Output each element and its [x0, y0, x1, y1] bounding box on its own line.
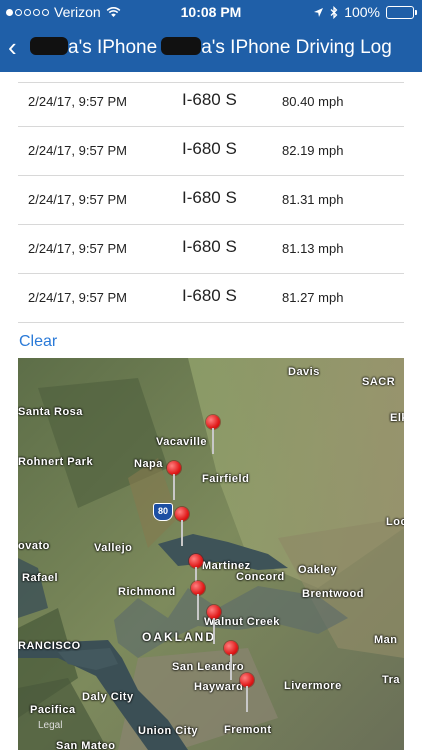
row-speed: 82.19 mph — [282, 143, 344, 158]
navigation-bar: ‹ a's IPhone a's IPhone Driving Log — [0, 24, 422, 72]
battery-icon — [386, 5, 417, 19]
city-label: Davis — [288, 366, 320, 378]
table-row[interactable]: 2/24/17, 9:57 PM I-680 S 80.40 mph — [0, 78, 422, 127]
city-label: Tra — [382, 674, 401, 686]
location-arrow-icon — [314, 7, 324, 17]
location-pin[interactable] — [224, 641, 238, 680]
city-label: Union City — [138, 725, 198, 737]
row-road: I-680 S — [182, 188, 237, 207]
city-label: Rohnert Park — [18, 456, 94, 468]
status-right: 100% — [313, 4, 417, 20]
map-legal-link[interactable]: Legal — [38, 720, 62, 731]
city-label: Loc — [386, 516, 404, 528]
location-pin[interactable] — [167, 461, 181, 500]
title-part-1: a's IPhone — [68, 37, 158, 58]
city-label: Livermore — [284, 680, 342, 692]
status-bar: Verizon 10:08 PM 100% — [0, 0, 422, 24]
redaction-block — [161, 37, 202, 55]
city-label: Fairfield — [202, 473, 250, 485]
nav-title: a's IPhone a's IPhone Driving Log — [30, 37, 392, 59]
city-label: Hayward — [194, 681, 244, 693]
route-map[interactable]: Davis SACR Santa Rosa Elk Vacaville Rohn… — [18, 358, 404, 750]
row-road: I-680 S — [182, 237, 237, 256]
row-speed: 81.27 mph — [282, 290, 344, 305]
row-speed: 81.31 mph — [282, 192, 344, 207]
row-road: I-680 S — [182, 286, 237, 305]
city-label: Rafael — [22, 572, 59, 584]
row-speed: 80.40 mph — [282, 94, 344, 109]
title-part-2: a's IPhone Driving Log — [201, 37, 392, 58]
city-label: Vallejo — [94, 542, 133, 554]
city-label: Pacifica — [30, 704, 76, 716]
row-road: I-680 S — [182, 139, 237, 158]
table-row[interactable]: 2/24/17, 9:57 PM I-680 S 81.27 mph — [0, 274, 422, 323]
city-label: Concord — [236, 571, 285, 583]
bluetooth-icon — [330, 5, 338, 19]
city-label: Daly City — [82, 691, 134, 703]
row-speed: 81.13 mph — [282, 241, 344, 256]
city-label: RANCISCO — [18, 640, 81, 652]
location-pin[interactable] — [206, 415, 220, 454]
city-label: Richmond — [118, 586, 176, 598]
city-label: ovato — [18, 540, 50, 552]
row-date: 2/24/17, 9:57 PM — [28, 94, 128, 109]
row-date: 2/24/17, 9:57 PM — [28, 192, 128, 207]
city-label: Fremont — [224, 724, 272, 736]
battery-percent: 100% — [344, 4, 380, 20]
city-label: OAKLAND — [142, 630, 216, 644]
table-row[interactable]: 2/24/17, 9:57 PM I-680 S 82.19 mph — [0, 127, 422, 176]
location-pin[interactable] — [189, 554, 203, 593]
redaction-block — [30, 37, 68, 55]
row-date: 2/24/17, 9:57 PM — [28, 290, 128, 305]
row-date: 2/24/17, 9:57 PM — [28, 143, 128, 158]
location-pin[interactable] — [175, 507, 189, 546]
clear-button[interactable]: Clear — [19, 333, 57, 351]
row-divider — [18, 322, 404, 323]
back-chevron-icon[interactable]: ‹ — [8, 34, 17, 60]
city-label: Santa Rosa — [18, 406, 83, 418]
location-pin[interactable] — [240, 673, 254, 712]
city-label: SACR — [362, 376, 396, 388]
row-road: I-680 S — [182, 90, 237, 109]
city-label: Vacaville — [156, 436, 207, 448]
city-label: Elk — [390, 412, 404, 424]
table-row[interactable]: 2/24/17, 9:57 PM I-680 S 81.13 mph — [0, 225, 422, 274]
city-label: Man — [374, 634, 398, 646]
city-label: San Mateo — [56, 740, 116, 750]
row-date: 2/24/17, 9:57 PM — [28, 241, 128, 256]
location-pin[interactable] — [191, 581, 205, 620]
city-label: Brentwood — [302, 588, 364, 600]
interstate-80-shield-icon: 80 — [153, 503, 173, 521]
table-row[interactable]: 2/24/17, 9:57 PM I-680 S 81.31 mph — [0, 176, 422, 225]
city-label: Napa — [134, 458, 163, 470]
city-label: San Leandro — [172, 661, 245, 673]
location-pin[interactable] — [207, 605, 221, 644]
city-label: Oakley — [298, 564, 338, 576]
